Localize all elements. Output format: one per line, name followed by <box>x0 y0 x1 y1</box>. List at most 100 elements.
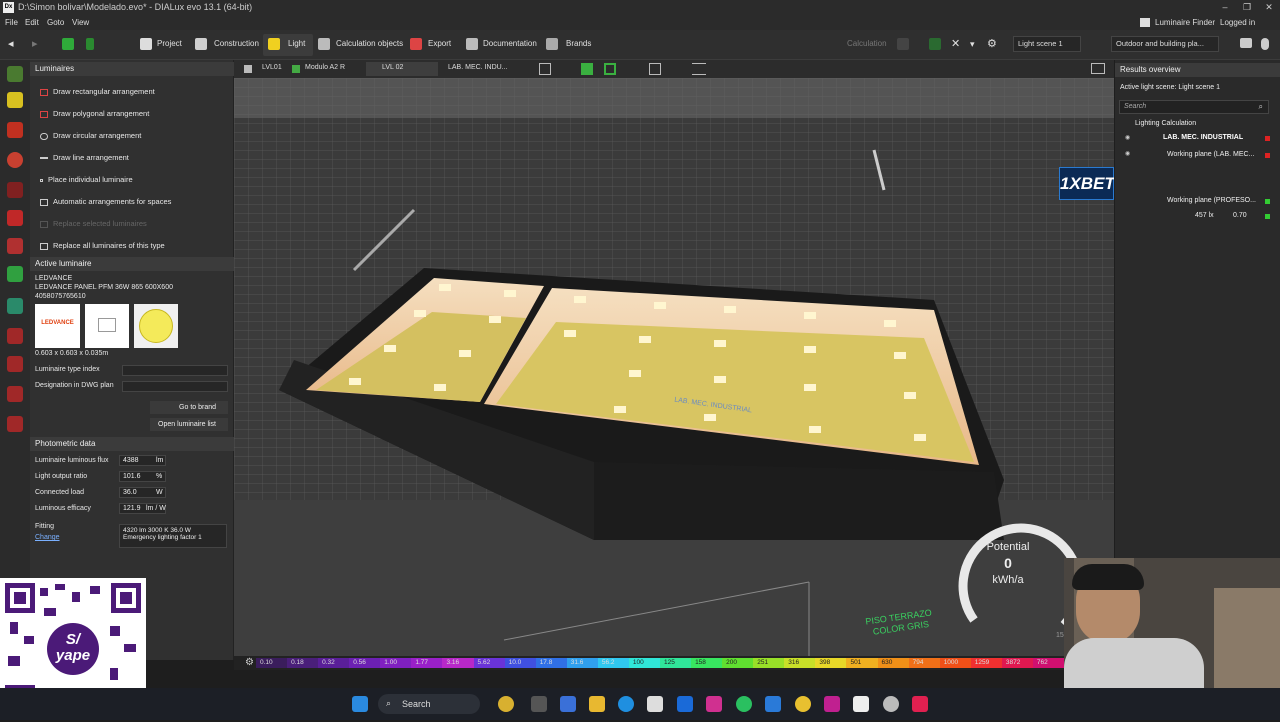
door-icon[interactable] <box>7 328 23 344</box>
object-icon[interactable] <box>7 356 23 372</box>
action-replace-all[interactable]: Replace all luminaires of this type <box>40 241 165 250</box>
tab-project[interactable]: Project <box>157 39 182 48</box>
windows-start-icon[interactable] <box>352 696 368 712</box>
app-icon[interactable] <box>706 696 722 712</box>
eye-icon[interactable]: ◉ <box>1125 150 1130 157</box>
forward-icon[interactable]: ▸ <box>32 37 38 50</box>
tree-room[interactable]: LAB. MEC. INDUSTRIAL <box>1163 134 1243 141</box>
main-toolbar: ◂ ▸ Project Construction Light Calculati… <box>0 30 1280 60</box>
webcam-feed <box>1064 558 1280 688</box>
dwg-field[interactable] <box>122 381 228 392</box>
tab-brands[interactable]: Brands <box>566 39 591 48</box>
tab-documentation[interactable]: Documentation <box>483 39 537 48</box>
tab-calculation-objects[interactable]: Calculation objects <box>336 39 403 48</box>
fitting-select[interactable]: 4320 lm 3000 K 36.0 W Emergency lighting… <box>119 524 227 548</box>
action-rectangular[interactable]: Draw rectangular arrangement <box>40 87 155 96</box>
search-icon: ⌕ <box>386 698 392 708</box>
menu-goto[interactable]: Goto <box>47 15 64 30</box>
module-icon <box>292 65 300 73</box>
level-lvl02[interactable]: LVL 02 <box>382 64 403 71</box>
tab-export[interactable]: Export <box>428 39 451 48</box>
results-search[interactable]: Search ⌕ <box>1119 100 1269 114</box>
tab-light[interactable]: Light <box>288 39 305 48</box>
tool-icon[interactable] <box>7 238 23 254</box>
tree-working-plane-1[interactable]: Working plane (LAB. MEC... <box>1167 151 1254 158</box>
action-automatic[interactable]: Automatic arrangements for spaces <box>40 197 171 206</box>
light-tool-icon[interactable] <box>7 66 23 82</box>
pen-icon[interactable] <box>7 182 23 198</box>
scale-step: 31.6 <box>566 658 598 668</box>
copilot-icon[interactable] <box>560 696 576 712</box>
action-line[interactable]: Draw line arrangement <box>40 153 129 162</box>
menu-edit[interactable]: Edit <box>25 15 39 30</box>
file-explorer-icon[interactable] <box>589 696 605 712</box>
measure-tool-icon[interactable] <box>692 63 706 75</box>
maximize-icon[interactable]: ❐ <box>1237 0 1257 15</box>
rect-icon[interactable] <box>7 386 23 402</box>
type-index-field[interactable] <box>122 365 228 376</box>
settings-icon[interactable] <box>883 696 899 712</box>
manufacturer: LEDVANCE <box>35 275 73 282</box>
undo-icon[interactable] <box>86 38 94 50</box>
light-scene-select[interactable]: Light scene 1 <box>1013 36 1081 52</box>
weather-icon[interactable] <box>498 696 514 712</box>
chrome-icon[interactable] <box>795 696 811 712</box>
bulb-icon[interactable] <box>7 92 23 108</box>
scale-settings-icon[interactable]: ⚙ <box>245 657 254 668</box>
select-mode-icon[interactable] <box>539 63 551 75</box>
calc-check-icon[interactable] <box>929 38 941 50</box>
dropdown-icon[interactable]: ▾ <box>970 39 975 50</box>
level-lvl01[interactable]: LVL01 <box>262 64 282 71</box>
edge-icon[interactable] <box>618 696 634 712</box>
green-tool-icon[interactable] <box>7 266 23 282</box>
whatsapp-icon[interactable] <box>736 696 752 712</box>
open-list-button[interactable]: Open luminaire list <box>150 418 228 431</box>
close-icon[interactable]: ✕ <box>1259 0 1279 15</box>
store-icon[interactable] <box>647 696 663 712</box>
room-select[interactable]: LAB. MEC. INDU... <box>448 64 508 71</box>
wrench-icon[interactable] <box>7 122 23 138</box>
tree-working-plane-2[interactable]: Working plane (PROFESO... <box>1167 197 1256 204</box>
active-scene: Active light scene: Light scene 1 <box>1120 84 1221 91</box>
dialux-icon[interactable] <box>853 696 869 712</box>
color-icon[interactable] <box>7 152 23 168</box>
fit-view-icon[interactable] <box>649 63 661 75</box>
tree-lighting-calc[interactable]: Lighting Calculation <box>1135 120 1196 127</box>
tiktok-icon[interactable] <box>912 696 928 712</box>
monitor-icon[interactable] <box>1091 63 1105 74</box>
menu-file[interactable]: File <box>5 15 18 30</box>
action-individual[interactable]: Place individual luminaire <box>40 175 133 184</box>
outdoor-select[interactable]: Outdoor and building pla... <box>1111 36 1219 52</box>
calc-start-icon[interactable] <box>897 38 909 50</box>
tab-construction[interactable]: Construction <box>214 39 259 48</box>
eye-icon[interactable]: ◉ <box>1125 134 1130 141</box>
3d-viewport[interactable]: LVL01 Modulo A2 R LVL 02 LAB. MEC. INDU.… <box>234 60 1114 656</box>
plan-view-icon[interactable] <box>604 63 616 75</box>
action-replace-selected[interactable]: Replace selected luminaires <box>40 219 147 228</box>
green-view-icon[interactable] <box>581 63 593 75</box>
outlook-icon[interactable] <box>677 696 693 712</box>
view-toggle-icon[interactable] <box>1240 38 1252 48</box>
action-circular[interactable]: Draw circular arrangement <box>40 131 141 140</box>
vscode-icon[interactable] <box>765 696 781 712</box>
cancel-icon[interactable]: ✕ <box>951 37 960 50</box>
measure-icon[interactable] <box>7 416 23 432</box>
user-icon[interactable] <box>1261 38 1269 50</box>
action-polygonal[interactable]: Draw polygonal arrangement <box>40 109 149 118</box>
luminaire-finder-link[interactable]: Luminaire Finder <box>1155 15 1215 30</box>
minimize-icon[interactable]: – <box>1215 0 1235 15</box>
gear-icon[interactable]: ⚙ <box>987 37 997 50</box>
select-icon[interactable] <box>7 210 23 226</box>
save-icon[interactable] <box>62 38 74 50</box>
menu-view[interactable]: View <box>72 15 89 30</box>
status-red-icon <box>1265 153 1270 158</box>
back-icon[interactable]: ◂ <box>8 37 14 50</box>
go-to-brand-button[interactable]: Go to brand <box>150 401 228 414</box>
canva-icon[interactable] <box>824 696 840 712</box>
scene-icon[interactable] <box>7 298 23 314</box>
taskbar-search[interactable]: ⌕ Search <box>378 694 480 714</box>
task-view-icon[interactable] <box>531 696 547 712</box>
login-menu[interactable]: Logged in <box>1220 15 1255 30</box>
change-link[interactable]: Change <box>35 534 60 541</box>
level-module[interactable]: Modulo A2 R <box>305 64 345 71</box>
